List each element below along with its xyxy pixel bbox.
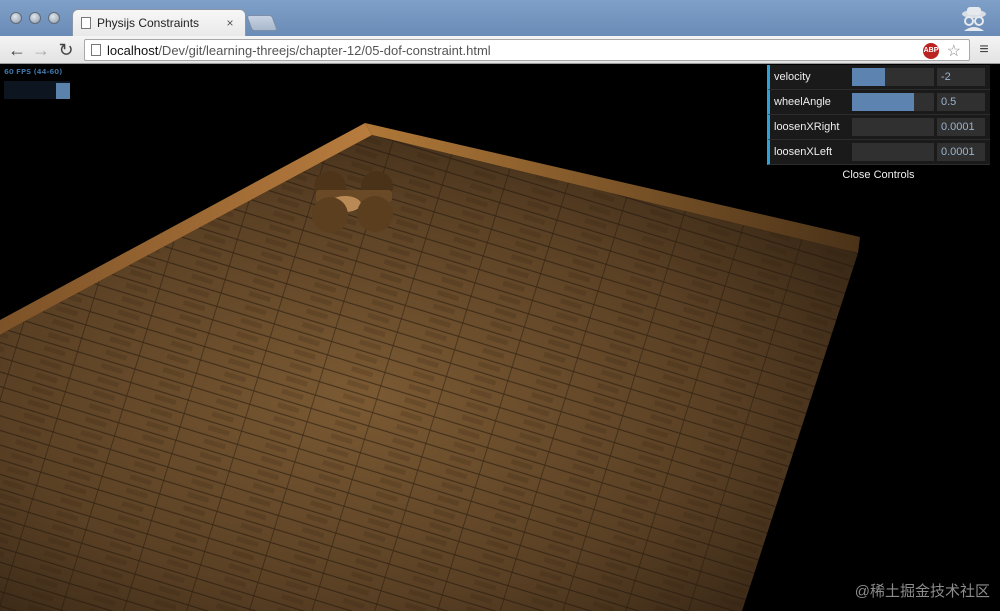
- reload-button[interactable]: ↻: [55, 39, 77, 61]
- controls-panel: velocity -2 wheelAngle 0.5 loosenXRight …: [767, 65, 990, 185]
- control-label: wheelAngle: [774, 96, 831, 108]
- star-icon[interactable]: ☆: [947, 41, 961, 61]
- fps-stats[interactable]: 60 FPS (44-60): [4, 68, 72, 99]
- loosenxright-slider[interactable]: [852, 118, 934, 136]
- slider-fill: [852, 93, 914, 111]
- webgl-viewport[interactable]: 60 FPS (44-60) velocity -2 wheelAngle 0.…: [0, 65, 1000, 611]
- address-bar[interactable]: localhost/Dev/git/learning-threejs/chapt…: [84, 39, 970, 61]
- wheelangle-value-input[interactable]: 0.5: [937, 93, 985, 111]
- velocity-slider[interactable]: [852, 68, 934, 86]
- control-label: loosenXLeft: [774, 146, 833, 158]
- url-text: localhost/Dev/git/learning-threejs/chapt…: [107, 43, 491, 58]
- fps-bar: [56, 83, 70, 99]
- url-path: /Dev/git/learning-threejs/chapter-12/05-…: [158, 42, 491, 58]
- tab-close-icon[interactable]: ×: [223, 16, 237, 30]
- control-row-loosenxleft: loosenXLeft 0.0001: [767, 140, 990, 165]
- adblock-icon[interactable]: ABP: [923, 43, 939, 59]
- browser-tab[interactable]: Physijs Constraints ×: [72, 9, 246, 36]
- close-controls-button[interactable]: Close Controls: [767, 165, 990, 185]
- control-row-wheelangle: wheelAngle 0.5: [767, 90, 990, 115]
- reload-icon: ↻: [58, 40, 74, 60]
- slider-fill: [852, 68, 885, 86]
- url-host: localhost: [107, 42, 159, 58]
- control-label: loosenXRight: [774, 121, 840, 133]
- arrow-right-icon: →: [32, 40, 50, 60]
- control-label: velocity: [774, 71, 811, 83]
- wheelangle-slider[interactable]: [852, 93, 934, 111]
- browser-toolbar: ← → ↻ localhost/Dev/git/learning-threejs…: [0, 36, 1000, 64]
- maximize-window-button[interactable]: [48, 12, 60, 24]
- minimize-window-button[interactable]: [29, 12, 41, 24]
- page-icon: [91, 44, 101, 56]
- control-row-velocity: velocity -2: [767, 65, 990, 90]
- document-icon: [81, 17, 91, 29]
- loosenxleft-value-input[interactable]: 0.0001: [937, 143, 985, 161]
- forward-button[interactable]: →: [30, 39, 52, 61]
- loosenxright-value-input[interactable]: 0.0001: [937, 118, 985, 136]
- fps-text: 60 FPS (44-60): [4, 68, 63, 76]
- loosenxleft-slider[interactable]: [852, 143, 934, 161]
- new-tab-button[interactable]: [246, 15, 278, 31]
- fps-graph: [4, 81, 70, 99]
- back-button[interactable]: ←: [6, 39, 28, 61]
- watermark: @稀土掘金技术社区: [854, 583, 990, 600]
- velocity-value-input[interactable]: -2: [937, 68, 985, 86]
- menu-button[interactable]: ≡: [974, 39, 994, 61]
- control-row-loosenxright: loosenXRight 0.0001: [767, 115, 990, 140]
- hamburger-icon: ≡: [979, 41, 989, 58]
- arrow-left-icon: ←: [8, 40, 26, 60]
- close-window-button[interactable]: [10, 12, 22, 24]
- wooden-floor-planks: [0, 135, 858, 611]
- incognito-icon: [962, 7, 986, 31]
- browser-titlebar: Physijs Constraints ×: [0, 0, 1000, 36]
- tab-title: Physijs Constraints: [97, 16, 200, 30]
